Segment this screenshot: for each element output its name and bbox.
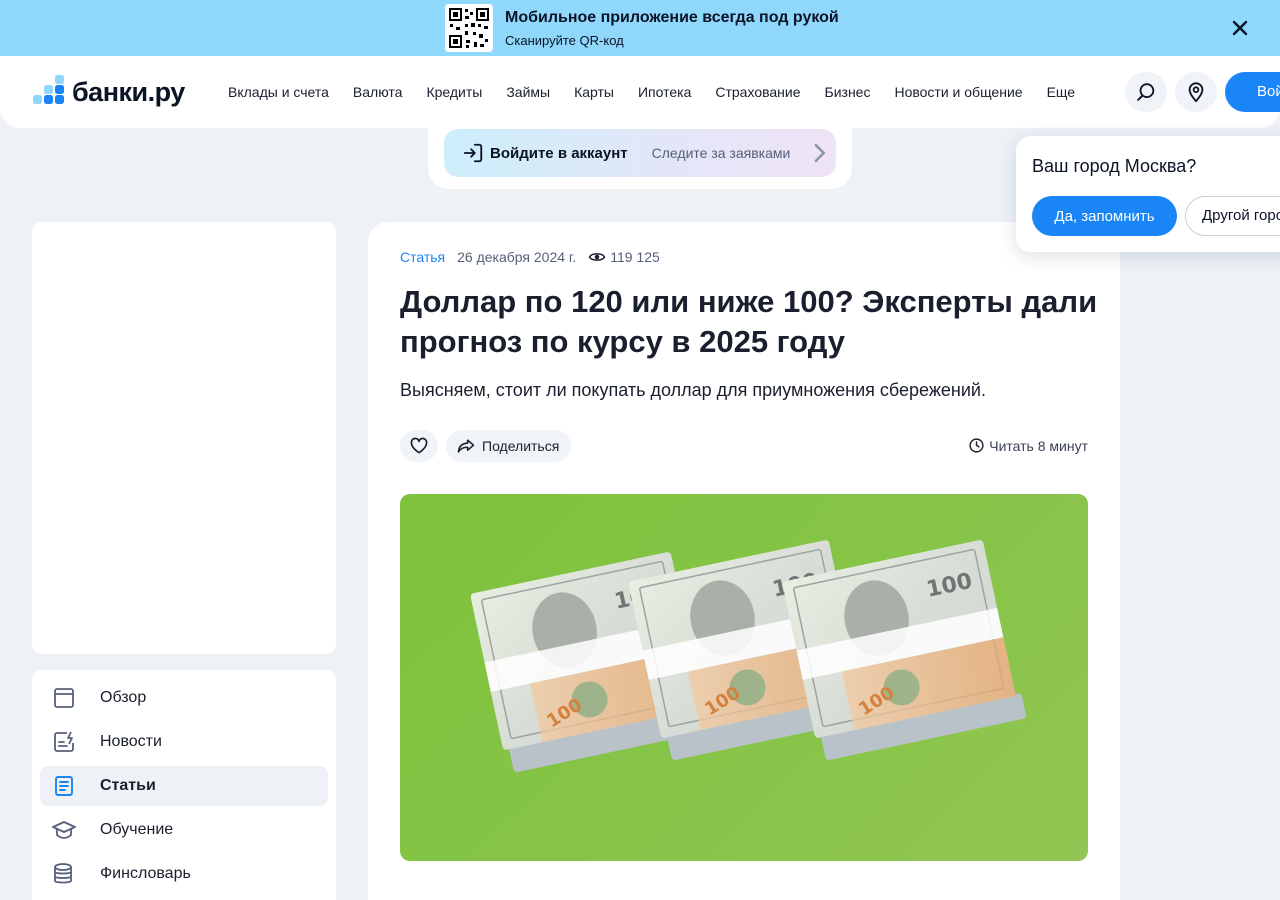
sidebar-item-articles[interactable]: Статьи [40, 766, 328, 806]
logo-text: банки.ру [72, 76, 185, 107]
read-time: Читать 8 минут [968, 437, 1088, 454]
promo-subtitle: Сканируйте QR-код [505, 33, 624, 48]
sidebar-item-education[interactable]: Обучение [40, 810, 328, 850]
chevron-right-icon [814, 143, 826, 163]
overview-icon [54, 688, 74, 708]
article-card: Статья 26 декабря 2024 г. 119 125 Доллар… [368, 222, 1120, 900]
nav-item-currency[interactable]: Валюта [353, 84, 403, 100]
sidebar-item-overview[interactable]: Обзор [40, 678, 328, 718]
nav-item-deposits[interactable]: Вклады и счета [228, 84, 329, 100]
site-logo[interactable]: банки.ру [32, 74, 185, 110]
sidebar-item-news[interactable]: Новости [40, 722, 328, 762]
sidebar-item-label: Обзор [100, 689, 147, 706]
promo-title: Мобильное приложение всегда под рукой [505, 9, 839, 26]
logo-icon [33, 75, 64, 104]
city-question: Ваш город Москва? [1032, 156, 1197, 176]
main-nav: Вклады и счета Валюта Кредиты Займы Карт… [228, 84, 1099, 100]
account-prompt-container: Войдите в аккаунт Следите за заявками [428, 128, 852, 189]
share-label: Поделиться [482, 438, 560, 454]
city-change-button[interactable]: Другой город [1185, 196, 1280, 236]
articles-icon [55, 776, 73, 796]
location-button[interactable] [1175, 72, 1217, 112]
nav-item-cards[interactable]: Карты [574, 84, 614, 100]
sidebar-ad-slot [32, 222, 336, 654]
city-confirm-popup: Ваш город Москва? Да, запомнить Другой г… [1016, 136, 1280, 252]
share-button[interactable]: Поделиться [446, 430, 572, 462]
sidebar-item-label: Обучение [100, 821, 174, 838]
app-promo-banner: Мобильное приложение всегда под рукой Ск… [0, 0, 1280, 56]
login-button[interactable]: Войти [1225, 72, 1280, 112]
account-prompt-subtitle: Следите за заявками [651, 145, 791, 161]
article-views: 119 125 [610, 249, 660, 265]
sidebar-item-label: Статьи [100, 777, 156, 794]
search-button[interactable] [1125, 72, 1167, 112]
nav-item-business[interactable]: Бизнес [825, 84, 871, 100]
article-lead: Выясняем, стоит ли покупать доллар для п… [400, 380, 986, 400]
heart-icon [410, 437, 428, 454]
read-time-label: Читать 8 минут [989, 437, 1088, 454]
article-title: Доллар по 120 или ниже 100? Эксперты дал… [400, 284, 1098, 359]
sidebar-menu: Обзор Новости Статьи Обучение Финсловарь [32, 670, 336, 900]
account-prompt-title: Войдите в аккаунт [490, 144, 628, 162]
article-hero-image: 100 100 100 100 [400, 494, 1088, 861]
article-category-link[interactable]: Статья [400, 249, 445, 265]
news-icon [54, 731, 74, 752]
site-header: банки.ру Вклады и счета Валюта Кредиты З… [0, 56, 1280, 128]
nav-item-news[interactable]: Новости и общение [894, 84, 1022, 100]
account-prompt[interactable]: Войдите в аккаунт Следите за заявками [444, 129, 836, 177]
coins-stack-icon [54, 863, 72, 884]
city-confirm-button[interactable]: Да, запомнить [1032, 196, 1177, 236]
clock-icon [969, 438, 984, 453]
qr-code-icon [445, 4, 493, 52]
close-icon[interactable] [1228, 16, 1252, 40]
nav-item-credits[interactable]: Кредиты [426, 84, 482, 100]
article-meta: Статья 26 декабря 2024 г. 119 125 [400, 248, 660, 266]
nav-item-insurance[interactable]: Страхование [715, 84, 800, 100]
nav-item-mortgage[interactable]: Ипотека [638, 84, 691, 100]
nav-item-loans[interactable]: Займы [506, 84, 550, 100]
search-icon [1137, 83, 1155, 101]
login-icon [463, 143, 483, 163]
sidebar-item-label: Новости [100, 733, 162, 750]
sidebar-item-dictionary[interactable]: Финсловарь [40, 854, 328, 894]
map-pin-icon [1188, 82, 1204, 103]
article-date: 26 декабря 2024 г. [457, 249, 577, 265]
nav-item-more[interactable]: Еще [1047, 84, 1076, 100]
like-button[interactable] [400, 430, 438, 462]
graduation-cap-icon [52, 821, 76, 839]
share-icon [457, 439, 475, 453]
sidebar-item-label: Финсловарь [100, 865, 191, 882]
eye-icon [588, 253, 606, 261]
